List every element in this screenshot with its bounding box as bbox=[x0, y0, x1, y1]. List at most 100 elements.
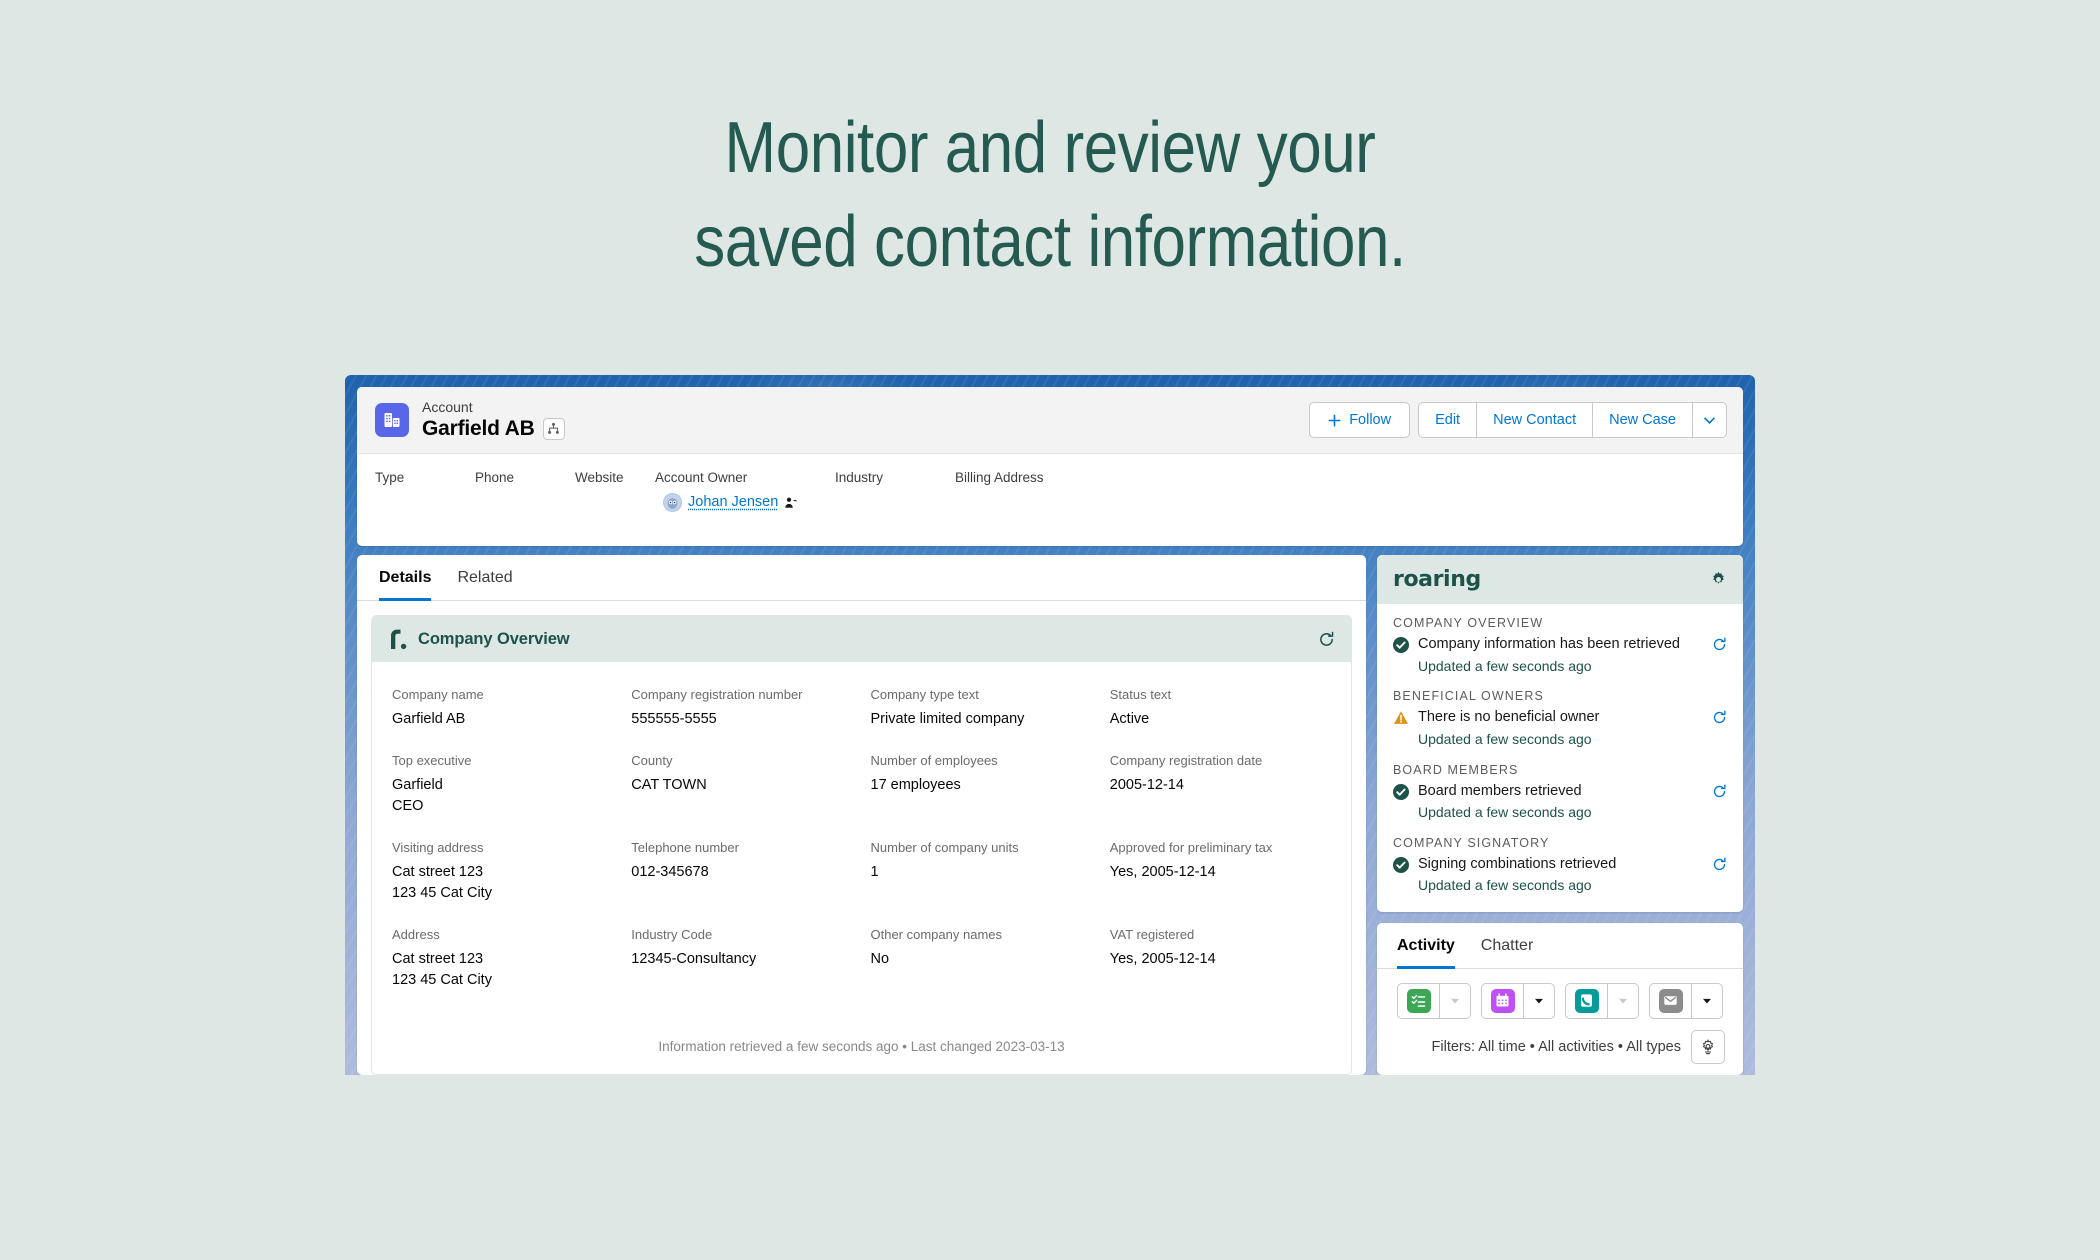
refresh-icon[interactable] bbox=[1712, 710, 1727, 725]
app-window-frame: Account Garfield AB Follow Edit New Cont… bbox=[345, 375, 1755, 1075]
account-owner-link[interactable]: Johan Jensen bbox=[688, 492, 778, 514]
status-texts: Signing combinations retrieved Updated a… bbox=[1418, 855, 1703, 896]
status-section-title: COMPANY SIGNATORY bbox=[1393, 835, 1550, 850]
avatar bbox=[663, 492, 682, 512]
headline-line-2: saved contact information. bbox=[694, 202, 1406, 282]
field-phone: Phone bbox=[475, 468, 575, 520]
new-task-tool[interactable] bbox=[1397, 982, 1471, 1019]
field-industry: Industry bbox=[835, 468, 955, 520]
roaring-logo: roaring bbox=[1393, 567, 1481, 593]
record-header-fields: Type Phone Website Account Owner Johan J… bbox=[357, 454, 1743, 546]
tab-chatter[interactable]: Chatter bbox=[1481, 937, 1533, 969]
check-circle-icon bbox=[1393, 783, 1409, 805]
record-body: Details Related Company Overview Company… bbox=[357, 555, 1743, 1075]
status-message: Company information has been retrieved bbox=[1418, 636, 1680, 653]
company-overview-card: Company Overview Company nameGarfield A bbox=[371, 615, 1352, 1075]
tab-details[interactable]: Details bbox=[379, 569, 432, 602]
change-owner-icon[interactable] bbox=[784, 496, 798, 509]
status-row: Board members retrieved Updated a few se… bbox=[1393, 782, 1727, 823]
headline-line-1: Monitor and review your bbox=[724, 108, 1376, 188]
activity-action-tools bbox=[1377, 969, 1743, 1019]
more-actions-caret-icon[interactable] bbox=[1693, 402, 1727, 439]
field-industry-label: Industry bbox=[835, 470, 884, 486]
overview-field: VAT registered Yes, 2005-12-14 bbox=[1109, 926, 1216, 967]
status-message: There is no beneficial owner bbox=[1418, 709, 1600, 726]
overview-field: Status text Active bbox=[1109, 687, 1172, 728]
new-case-button[interactable]: New Case bbox=[1593, 402, 1693, 439]
phone-icon[interactable] bbox=[1566, 983, 1608, 1018]
new-task-caret-icon[interactable] bbox=[1440, 984, 1470, 1018]
status-message: Board members retrieved bbox=[1418, 782, 1582, 799]
new-contact-button[interactable]: New Contact bbox=[1477, 402, 1594, 439]
task-checklist-icon[interactable] bbox=[1398, 983, 1440, 1018]
new-event-tool[interactable] bbox=[1481, 982, 1555, 1019]
log-a-call-tool[interactable] bbox=[1565, 982, 1639, 1019]
status-section-company-signatory: COMPANY SIGNATORY Signing combinations r… bbox=[1393, 836, 1727, 896]
new-event-caret-icon[interactable] bbox=[1524, 984, 1554, 1018]
record-header: Account Garfield AB Follow Edit New Cont… bbox=[357, 387, 1743, 547]
activity-panel: Activity Chatter Filters: All time • All… bbox=[1377, 922, 1743, 1075]
overview-field: Visiting address Cat street 123 123 45 Ca… bbox=[392, 840, 492, 901]
follow-button[interactable]: Follow bbox=[1309, 402, 1411, 439]
page-title: Garfield AB bbox=[422, 416, 535, 440]
account-building-icon bbox=[375, 403, 409, 438]
calendar-icon[interactable] bbox=[1482, 983, 1524, 1018]
roaring-card-header: roaring bbox=[1377, 555, 1743, 605]
company-overview-footer: Information retrieved a few seconds ago … bbox=[658, 1039, 1065, 1054]
overview-field: County CAT TOWN bbox=[631, 753, 707, 793]
refresh-icon[interactable] bbox=[1318, 631, 1335, 648]
log-a-call-caret-icon[interactable] bbox=[1608, 984, 1638, 1018]
overview-field: Company type text Private limited company bbox=[870, 687, 1025, 728]
field-website-label: Website bbox=[575, 470, 624, 486]
record-action-button-group: Edit New Contact New Case bbox=[1418, 402, 1727, 439]
activity-tabs: Activity Chatter bbox=[1377, 923, 1743, 969]
roaring-r-logo-icon bbox=[388, 628, 408, 650]
field-billing-address: Billing Address bbox=[955, 468, 1062, 520]
account-hierarchy-icon[interactable] bbox=[542, 417, 565, 440]
filter-settings-icon[interactable] bbox=[1691, 1029, 1725, 1064]
details-tab-content: Company Overview Company nameGarfield A bbox=[357, 601, 1366, 1075]
status-texts: Company information has been retrieved U… bbox=[1418, 635, 1703, 676]
status-row: Company information has been retrieved U… bbox=[1393, 635, 1727, 676]
gear-icon[interactable] bbox=[1710, 571, 1727, 588]
overview-field: Company name Garfield AB bbox=[392, 687, 484, 728]
status-section-beneficial-owners: BENEFICIAL OWNERS There is no beneficial… bbox=[1393, 689, 1727, 749]
app-window-content: Account Garfield AB Follow Edit New Cont… bbox=[357, 387, 1743, 1075]
follow-button-label: Follow bbox=[1349, 412, 1392, 429]
record-header-actions: Follow Edit New Contact New Case bbox=[1309, 402, 1727, 439]
field-account-owner-label: Account Owner bbox=[655, 470, 748, 486]
status-message: Signing combinations retrieved bbox=[1418, 855, 1617, 872]
activity-filters-text: Filters: All time • All activities • All… bbox=[1431, 1038, 1681, 1055]
overview-field: Industry Code 12345-Consultancy bbox=[631, 926, 757, 967]
tab-activity[interactable]: Activity bbox=[1397, 937, 1455, 969]
overview-field: Company registration date 2005-12-14 bbox=[1109, 753, 1263, 793]
refresh-icon[interactable] bbox=[1712, 784, 1727, 799]
email-icon[interactable] bbox=[1650, 983, 1692, 1018]
overview-field: Number of employees 17 employees bbox=[870, 753, 998, 793]
company-overview-title: Company Overview bbox=[418, 629, 570, 648]
edit-button[interactable]: Edit bbox=[1418, 402, 1478, 439]
check-circle-icon bbox=[1393, 637, 1409, 658]
check-circle-icon bbox=[1393, 856, 1409, 878]
record-name-line: Garfield AB bbox=[422, 417, 565, 442]
overview-field: Company registration number 555555-5555 bbox=[631, 687, 803, 728]
field-phone-label: Phone bbox=[475, 470, 515, 486]
field-account-owner-value: Johan Jensen bbox=[655, 492, 817, 514]
status-section-board-members: BOARD MEMBERS Board members retrieved Up… bbox=[1393, 763, 1727, 823]
refresh-icon[interactable] bbox=[1712, 637, 1727, 652]
warning-triangle-icon bbox=[1393, 710, 1409, 731]
overview-field: Number of company units 1 bbox=[870, 840, 1019, 880]
tab-related[interactable]: Related bbox=[457, 569, 512, 601]
status-section-title: COMPANY OVERVIEW bbox=[1393, 616, 1544, 631]
send-email-tool[interactable] bbox=[1649, 982, 1723, 1019]
details-tabs: Details Related bbox=[357, 555, 1366, 602]
company-overview-header: Company Overview bbox=[372, 616, 1351, 663]
send-email-caret-icon[interactable] bbox=[1692, 984, 1722, 1018]
page-headline: Monitor and review your saved contact in… bbox=[147, 112, 1953, 300]
refresh-icon[interactable] bbox=[1712, 857, 1727, 872]
plus-icon bbox=[1328, 414, 1341, 427]
overview-field: Telephone number 012-345678 bbox=[631, 840, 739, 880]
overview-field: Approved for preliminary tax Yes, 2005-12… bbox=[1109, 840, 1273, 880]
status-texts: There is no beneficial owner Updated a f… bbox=[1418, 708, 1703, 749]
field-website: Website bbox=[575, 468, 655, 520]
